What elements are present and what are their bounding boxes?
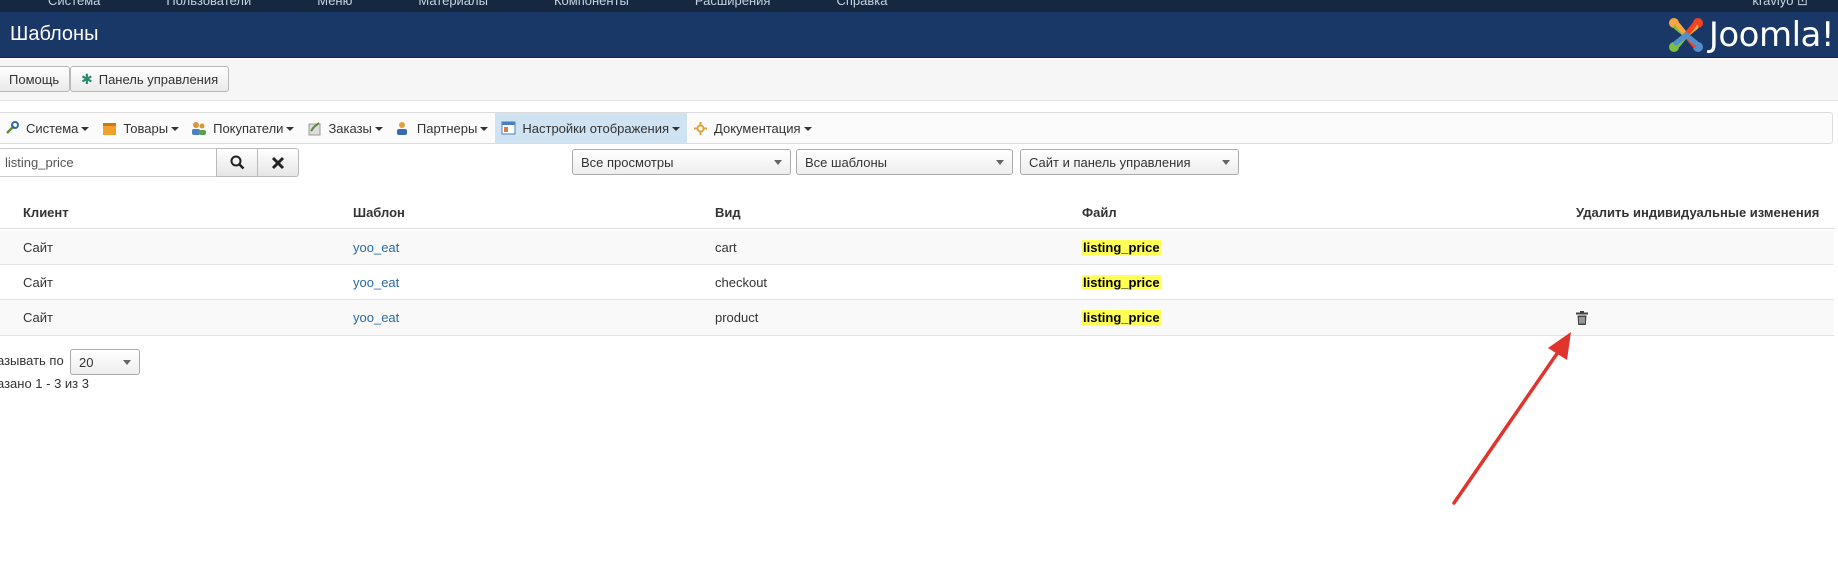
joomla-logo-icon	[1668, 18, 1703, 52]
search-icon	[230, 155, 244, 170]
nav-item-products[interactable]: Товары	[96, 113, 186, 143]
client-filter-value: Сайт и панель управления	[1029, 155, 1191, 170]
dropdown-arrow-icon	[123, 360, 131, 365]
chevron-down-icon	[374, 126, 383, 131]
joomla-logo: Joomla!	[1666, 15, 1835, 55]
docs-icon	[692, 120, 708, 136]
views-filter-select[interactable]: Все просмотры	[572, 149, 791, 175]
client-filter-select[interactable]: Сайт и панель управления	[1020, 149, 1239, 175]
templates-filter-select[interactable]: Все шаблоны	[796, 149, 1013, 175]
views-filter-value: Все просмотры	[581, 155, 674, 170]
partners-icon	[395, 120, 411, 136]
control-panel-label: Панель управления	[98, 71, 219, 87]
display-settings-icon	[500, 120, 516, 136]
help-button-label: Помощь	[9, 71, 60, 87]
cell-view: product	[715, 310, 759, 325]
nav-label-partners: Партнеры	[416, 120, 478, 136]
menu-menus[interactable]: Меню	[317, 0, 352, 8]
dropdown-arrow-icon	[774, 160, 782, 165]
search-input[interactable]	[0, 148, 217, 177]
cell-client: Сайт	[23, 274, 53, 290]
chevron-down-icon	[171, 126, 180, 131]
close-icon	[271, 156, 285, 169]
nav-item-system[interactable]: Система	[0, 113, 96, 143]
chevron-down-icon	[286, 126, 295, 131]
nav-label-documentation: Документация	[714, 120, 801, 136]
page-title: Шаблоны	[10, 23, 99, 45]
results-count: азано 1 - 3 из 3	[0, 376, 89, 391]
file-name: listing_price	[1082, 239, 1161, 255]
nav-item-partners[interactable]: Партнеры	[390, 113, 495, 143]
header-delete: Удалить индивидуальные изменения	[1576, 204, 1820, 220]
chevron-down-icon	[803, 126, 812, 131]
box-icon	[101, 120, 117, 136]
chevron-down-icon	[81, 126, 90, 131]
table-header: Клиент Шаблон Вид Файл Удалить индивидуа…	[0, 196, 1834, 229]
file-name: listing_price	[1082, 274, 1161, 290]
templates-filter-value: Все шаблоны	[805, 155, 888, 170]
cell-view: cart	[715, 239, 737, 255]
header-view[interactable]: Вид	[715, 196, 741, 228]
nav-item-orders[interactable]: Заказы	[301, 113, 389, 143]
file-name: listing_price	[1082, 310, 1161, 325]
nav-item-customers[interactable]: Покупатели	[186, 113, 301, 143]
cell-view: checkout	[715, 274, 768, 290]
toolbar: Помощь ✱ Панель управления	[0, 59, 1838, 101]
dropdown-arrow-icon	[996, 160, 1004, 165]
orders-icon	[306, 120, 322, 136]
table-row: Сайт yoo_eat checkout listing_price	[0, 265, 1834, 300]
nav-item-documentation[interactable]: Документация	[687, 113, 819, 143]
menu-system[interactable]: Система	[48, 0, 100, 8]
nav-label-display-settings: Настройки отображения	[522, 120, 670, 136]
page-size-select[interactable]: 20	[70, 349, 140, 375]
page-size-label: азывать по	[0, 353, 64, 368]
help-button[interactable]: Помощь	[0, 66, 71, 92]
table-row: Сайт yoo_eat cart listing_price	[0, 230, 1834, 265]
header-template[interactable]: Шаблон	[353, 196, 405, 228]
search-button[interactable]	[216, 148, 258, 177]
page-header: Шаблоны Joomla!	[0, 12, 1838, 58]
nav-label-orders: Заказы	[328, 120, 372, 136]
admin-menubar: Система Пользователи Меню Материалы Комп…	[0, 0, 1838, 12]
cell-client: Сайт	[23, 239, 53, 255]
page-size-value: 20	[79, 355, 94, 370]
chevron-down-icon	[480, 126, 489, 131]
template-link[interactable]: yoo_eat	[353, 275, 399, 290]
nav-label-customers: Покупатели	[213, 120, 284, 136]
jshopping-icon: ✱	[81, 70, 93, 87]
control-panel-button[interactable]: ✱ Панель управления	[70, 66, 230, 92]
nav-label-system: Система	[26, 120, 79, 136]
menu-components[interactable]: Компоненты	[554, 0, 629, 8]
template-link[interactable]: yoo_eat	[353, 310, 399, 325]
nav-label-products: Товары	[123, 120, 169, 136]
cell-client: Сайт	[23, 310, 53, 325]
user-menu[interactable]: kravlyo ⊡	[1752, 0, 1808, 9]
menu-users[interactable]: Пользователи	[166, 0, 251, 8]
nav-item-display-settings[interactable]: Настройки отображения	[495, 113, 688, 143]
clear-search-button[interactable]	[257, 148, 299, 177]
dropdown-arrow-icon	[1222, 160, 1230, 165]
header-file[interactable]: Файл	[1082, 196, 1117, 228]
annotation-arrow	[1452, 332, 1571, 505]
users-icon	[191, 120, 207, 136]
joomla-logo-text: Joomla!	[1708, 15, 1835, 55]
chevron-down-icon	[672, 126, 681, 131]
template-link[interactable]: yoo_eat	[353, 240, 399, 255]
header-client[interactable]: Клиент	[23, 196, 69, 228]
component-nav: Система Товары Покупатели Заказы Партнер…	[0, 112, 1833, 144]
menu-content[interactable]: Материалы	[418, 0, 488, 8]
menu-help[interactable]: Справка	[836, 0, 887, 8]
tools-icon	[4, 120, 20, 136]
menu-extensions[interactable]: Расширения	[695, 0, 771, 8]
